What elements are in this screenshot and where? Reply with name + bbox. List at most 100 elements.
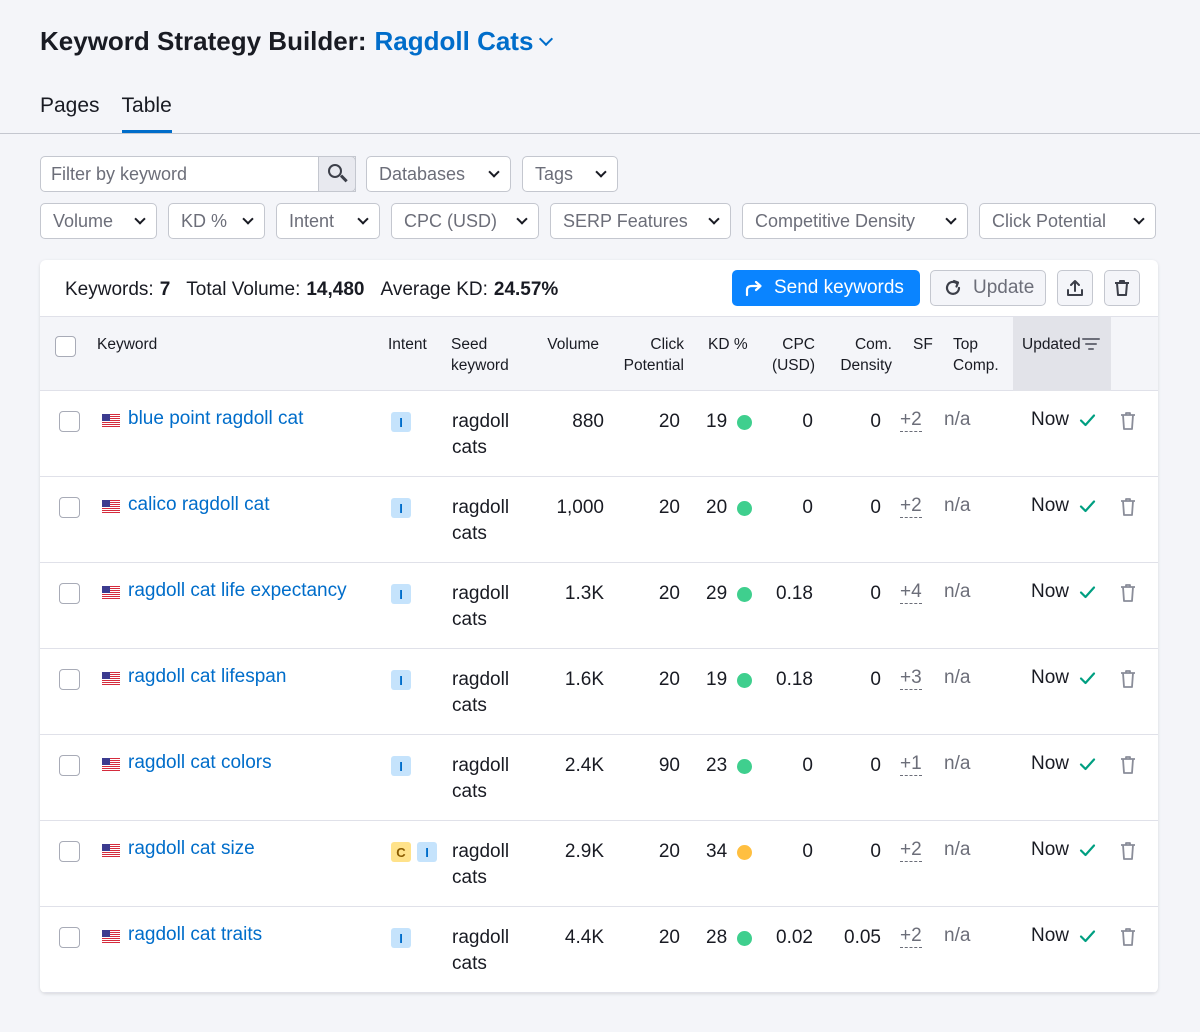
serp-features-value[interactable]: +3 [900,667,922,690]
intent-badge[interactable]: I [391,670,411,690]
keyword-link[interactable]: ragdoll cat traits [128,924,262,946]
chevron-down-icon[interactable] [539,31,554,46]
col-cpc[interactable]: CPC (USD) [766,334,815,376]
trash-icon[interactable] [1119,841,1137,866]
check-icon [1079,499,1096,518]
serp-features-value[interactable]: +2 [900,495,922,518]
top-comp-value: n/a [944,495,971,516]
row-checkbox[interactable] [59,755,80,776]
serp-features-filter[interactable]: SERP Features [550,203,731,239]
divider [0,133,1200,134]
volume-filter[interactable]: Volume [40,203,157,239]
intent-badge[interactable]: I [391,412,411,432]
seed-keyword: ragdoll cats [452,669,510,716]
row-checkbox[interactable] [59,583,80,604]
search-button[interactable] [318,156,356,192]
col-com-density[interactable]: Com. Density [830,334,892,376]
cpc-value: 0 [802,841,813,862]
keyword-link[interactable]: ragdoll cat colors [128,752,272,774]
cpc-value: 0.02 [776,927,813,948]
keyword-link[interactable]: ragdoll cat life expectancy [128,580,347,602]
kd-indicator [737,931,752,946]
serp-features-value[interactable]: +2 [900,925,922,948]
keyword-link[interactable]: ragdoll cat lifespan [128,666,286,688]
trash-icon[interactable] [1119,411,1137,436]
kd-indicator [737,759,752,774]
updated-value: Now [1031,753,1070,774]
competitive-density-filter[interactable]: Competitive Density [742,203,968,239]
chevron-down-icon [134,212,146,225]
col-intent[interactable]: Intent [388,334,427,355]
col-seed-keyword[interactable]: Seed keyword [451,334,509,376]
chevron-down-icon [488,165,500,178]
trash-icon[interactable] [1119,669,1137,694]
keyword-link[interactable]: blue point ragdoll cat [128,408,303,430]
trash-icon[interactable] [1119,927,1137,952]
updated-value: Now [1031,581,1070,602]
select-all-checkbox[interactable] [55,336,76,357]
col-kd[interactable]: KD % [708,334,748,355]
databases-dropdown[interactable]: Databases [366,156,511,192]
export-button[interactable] [1057,270,1093,306]
col-keyword[interactable]: Keyword [97,334,157,355]
serp-features-value[interactable]: +2 [900,839,922,862]
kd-indicator [737,845,752,860]
cpc-filter[interactable]: CPC (USD) [391,203,539,239]
tab-pages[interactable]: Pages [40,94,100,133]
serp-features-value[interactable]: +1 [900,753,922,776]
tags-dropdown[interactable]: Tags [522,156,618,192]
seed-keyword: ragdoll cats [452,411,510,458]
sort-icon[interactable] [1082,337,1100,351]
row-checkbox[interactable] [59,841,80,862]
tab-table[interactable]: Table [121,94,172,133]
row-checkbox[interactable] [59,669,80,690]
table-row: ragdoll cat lifespan Iragdoll cats 1.6K 20 19… [40,649,1158,735]
click-potential-value: 90 [658,755,680,776]
page-title: Keyword Strategy Builder: [40,26,367,56]
check-icon [1079,413,1096,432]
kd-indicator [737,501,752,516]
click-potential-filter[interactable]: Click Potential [979,203,1156,239]
trash-icon [1115,280,1129,296]
update-button[interactable]: Update [930,270,1046,306]
col-top-comp[interactable]: Top Comp. [953,334,999,376]
trash-icon[interactable] [1119,583,1137,608]
keyword-filter-input[interactable] [40,156,356,192]
seed-keyword: ragdoll cats [452,755,510,802]
intent-badge[interactable]: I [391,928,411,948]
send-keywords-button[interactable]: Send keywords [732,270,920,306]
keyword-link[interactable]: calico ragdoll cat [128,494,270,516]
intent-badge[interactable]: I [391,498,411,518]
keyword-link[interactable]: ragdoll cat size [128,838,255,860]
col-updated[interactable]: Updated [1022,334,1080,355]
volume-value: 2.9K [564,841,604,862]
intent-badge[interactable]: C [391,842,411,862]
intent-badge[interactable]: I [417,842,437,862]
top-comp-value: n/a [944,925,971,946]
col-volume[interactable]: Volume [538,334,599,355]
kd-filter[interactable]: KD % [168,203,265,239]
intent-badge[interactable]: I [391,584,411,604]
row-checkbox[interactable] [59,411,80,432]
serp-features-value[interactable]: +2 [900,409,922,432]
row-checkbox[interactable] [59,497,80,518]
intent-filter[interactable]: Intent [276,203,380,239]
cpc-value: 0 [802,411,813,432]
cpc-value: 0.18 [776,583,813,604]
col-sf[interactable]: SF [913,334,933,355]
row-checkbox[interactable] [59,927,80,948]
trash-icon[interactable] [1119,755,1137,780]
intent-badge[interactable]: I [391,756,411,776]
project-selector[interactable]: Ragdoll Cats [375,26,534,57]
col-click-potential[interactable]: Click Potential [614,334,684,376]
serp-features-value[interactable]: +4 [900,581,922,604]
check-icon [1079,843,1096,862]
table-row: ragdoll cat size C Iragdoll cats 2.9K 20 34 0 0 +… [40,821,1158,907]
export-icon [1067,280,1083,296]
table-row: blue point ragdoll cat Iragdoll cats 880 20 1… [40,391,1158,477]
cpc-value: 0.18 [776,669,813,690]
us-flag-icon [102,758,120,771]
trash-icon[interactable] [1119,497,1137,522]
volume-value: 4.4K [564,927,604,948]
delete-all-button[interactable] [1104,270,1140,306]
